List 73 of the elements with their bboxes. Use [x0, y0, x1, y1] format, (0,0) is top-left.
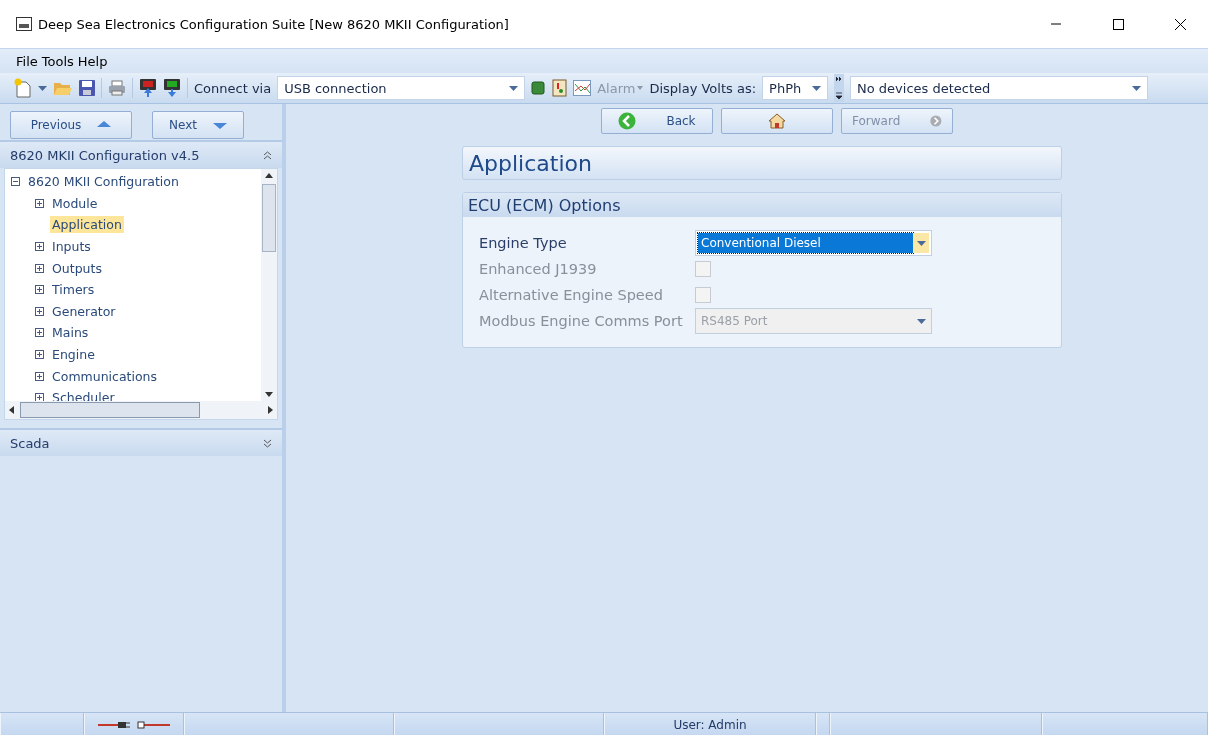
- expand-icon[interactable]: [35, 350, 44, 360]
- field-label: Engine Type: [479, 235, 568, 251]
- tree-item[interactable]: Inputs: [50, 238, 93, 256]
- download-icon[interactable]: [163, 78, 181, 98]
- tree-item[interactable]: Communications: [50, 367, 160, 385]
- chart-icon[interactable]: [573, 80, 592, 96]
- scroll-left-icon[interactable]: [9, 406, 14, 414]
- back-button[interactable]: Back: [601, 108, 713, 134]
- connect-via-label: Connect via: [194, 80, 272, 96]
- expand-icon[interactable]: [35, 263, 44, 273]
- panel-title: 8620 MKII Configuration v4.5: [10, 147, 200, 163]
- menu-item[interactable]: Tools: [41, 53, 74, 69]
- expand-icon[interactable]: [35, 393, 44, 401]
- user-status: User: Admin: [673, 717, 747, 732]
- upload-icon[interactable]: [139, 78, 157, 98]
- tree-item[interactable]: 8620 MKII Configuration: [26, 173, 181, 191]
- tree-item[interactable]: Application: [50, 216, 124, 234]
- expand-panel-icon[interactable]: [263, 438, 272, 448]
- vertical-scrollbar[interactable]: [261, 169, 277, 401]
- close-icon: [1174, 18, 1186, 30]
- field-label: Modbus Engine Comms Port: [479, 313, 684, 329]
- window-title: Deep Sea Electronics Configuration Suite [New 8620 MKII Configuration]: [38, 16, 510, 32]
- maximize-icon: [1112, 18, 1124, 30]
- menu-item[interactable]: File: [16, 53, 38, 69]
- tree-item[interactable]: Engine: [50, 346, 97, 364]
- expand-icon[interactable]: [35, 328, 44, 338]
- tree-item[interactable]: Outputs: [50, 259, 104, 277]
- panel-title[interactable]: Scada: [10, 435, 50, 451]
- connection-dropdown[interactable]: USB connection: [277, 76, 526, 100]
- collapse-panel-icon[interactable]: [263, 150, 272, 160]
- caret-icon: [637, 86, 644, 90]
- scroll-down-icon[interactable]: [265, 392, 273, 397]
- caret-icon: [812, 85, 822, 91]
- caret-icon: [509, 85, 519, 91]
- caret-icon: [916, 318, 926, 324]
- home-icon: [768, 113, 786, 129]
- field-label: Enhanced J1939: [479, 261, 598, 277]
- previous-button[interactable]: Previous: [10, 111, 132, 139]
- app-logo-icon: [16, 17, 32, 31]
- save-icon[interactable]: [79, 80, 95, 96]
- expand-icon[interactable]: [35, 242, 44, 252]
- menu-item[interactable]: Help: [77, 53, 108, 69]
- tree-item[interactable]: Mains: [50, 324, 91, 342]
- new-file-icon[interactable]: [14, 78, 32, 98]
- section-title: ECU (ECM) Options: [463, 193, 1061, 217]
- connection-plug-icon: [98, 720, 170, 729]
- caret-icon: [1132, 85, 1142, 91]
- display-volts-label: Display Volts as:: [649, 80, 757, 96]
- overflow-icon[interactable]: [834, 74, 845, 102]
- print-icon[interactable]: [108, 80, 126, 96]
- horizontal-scrollbar[interactable]: [5, 401, 277, 419]
- tree-item[interactable]: Generator: [50, 302, 118, 320]
- dropdown-field[interactable]: Conventional Diesel: [695, 230, 932, 256]
- module-icon[interactable]: [531, 81, 546, 95]
- collapse-icon[interactable]: [11, 177, 20, 187]
- expand-icon[interactable]: [35, 285, 44, 295]
- device-dropdown[interactable]: No devices detected: [850, 76, 1149, 100]
- tree-item[interactable]: Timers: [50, 281, 97, 299]
- expand-icon[interactable]: [35, 306, 44, 316]
- tree-item[interactable]: Module: [50, 194, 100, 212]
- page-title: Application: [462, 146, 1062, 180]
- expand-icon[interactable]: [35, 371, 44, 381]
- help-notebook-icon[interactable]: [551, 79, 568, 97]
- down-arrow-icon: [213, 121, 227, 129]
- dropdown-caret-icon: [38, 85, 47, 91]
- up-arrow-icon: [97, 121, 112, 129]
- caret-icon: [916, 240, 926, 246]
- volts-dropdown[interactable]: PhPh: [762, 76, 829, 100]
- next-button[interactable]: Next: [152, 111, 244, 139]
- field-label: Alternative Engine Speed: [479, 287, 664, 303]
- scroll-right-icon[interactable]: [268, 406, 273, 414]
- expand-icon[interactable]: [35, 198, 44, 208]
- scroll-up-icon[interactable]: [265, 173, 273, 178]
